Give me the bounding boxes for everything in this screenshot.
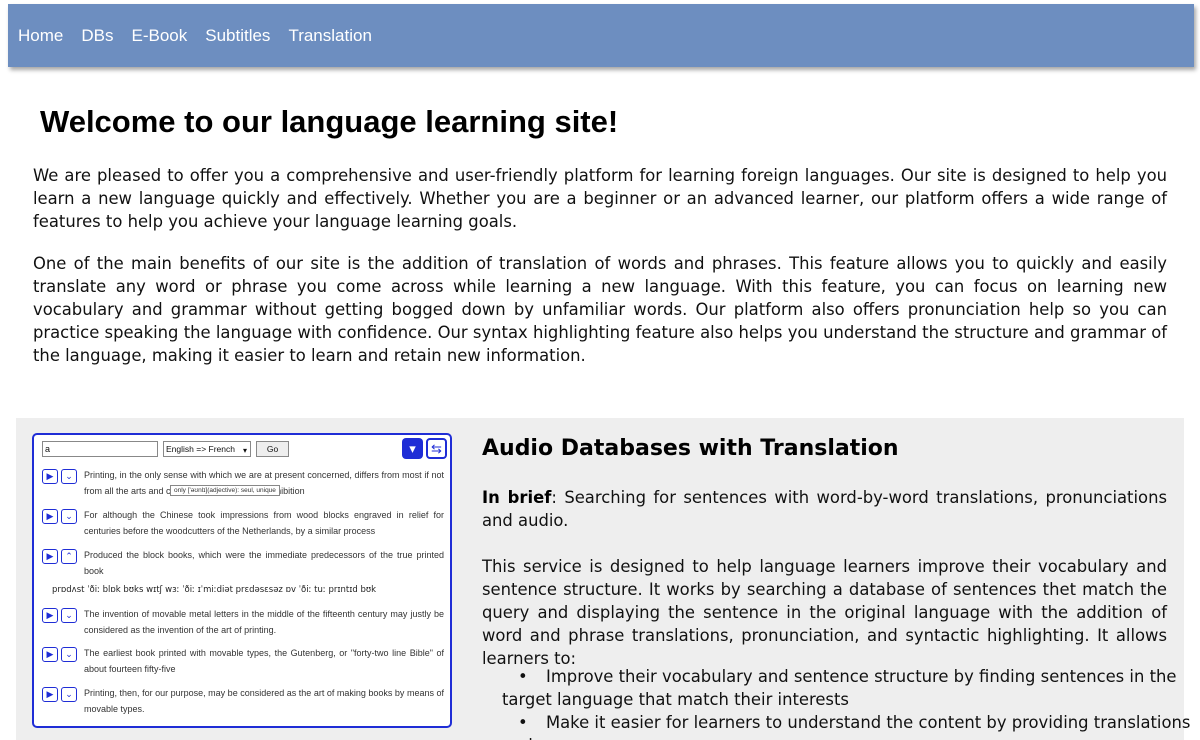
demo-go-button[interactable]: Go <box>256 441 289 457</box>
play-icon[interactable]: ▶ <box>42 469 58 485</box>
list-item: Improve their vocabulary and sentence st… <box>500 665 1200 711</box>
demo-language-select[interactable]: English => French ▾ <box>163 441 251 457</box>
nav-ebook-link[interactable]: E-Book <box>131 26 187 46</box>
demo-search-bar: a English => French ▾ Go <box>42 441 289 457</box>
demo-sentence-row: ▶ ⌃ Produced the block books, which were … <box>42 547 444 579</box>
chevron-down-icon[interactable]: ⌄ <box>61 687 77 703</box>
check-icon[interactable]: ▾ <box>402 438 423 459</box>
play-icon[interactable]: ▶ <box>42 549 58 565</box>
play-icon[interactable]: ▶ <box>42 647 58 663</box>
demo-pronunciation: prɒdʌst ˈðiː blɒk bʊks wɪtʃ wɜː ˈðiː ɪˈm… <box>52 585 377 595</box>
demo-sentence-row: ▶ ⌄ Printing, then, for our purpose, may … <box>42 685 444 717</box>
demo-sentence-text: For although the Chinese took impression… <box>84 510 444 536</box>
play-icon[interactable]: ▶ <box>42 608 58 624</box>
top-navbar: Home DBs E-Book Subtitles Translation <box>8 4 1194 67</box>
chevron-up-icon[interactable]: ⌃ <box>61 549 77 565</box>
demo-sentence-text: The earliest book printed with movable t… <box>84 648 444 674</box>
nav-translation-link[interactable]: Translation <box>288 26 371 46</box>
demo-screenshot-panel: a English => French ▾ Go ▾ ⇆ ▶ ⌄ Printing… <box>32 433 452 728</box>
feature-title: Audio Databases with Translation <box>482 436 899 461</box>
chevron-down-icon[interactable]: ⌄ <box>61 469 77 485</box>
demo-sentence-row: ▶ ⌄ The invention of movable metal letter… <box>42 606 444 638</box>
demo-sentence-row: ▶ ⌄ For although the Chinese took impress… <box>42 507 444 539</box>
demo-sentence-text: Printing, then, for our purpose, may be … <box>84 688 444 714</box>
feature-brief: In brief: Searching for sentences with w… <box>482 486 1167 532</box>
brief-label: In brief <box>482 488 552 507</box>
feature-section-audio-db: a English => French ▾ Go ▾ ⇆ ▶ ⌄ Printing… <box>16 418 1190 740</box>
chevron-down-icon[interactable]: ⌄ <box>61 647 77 663</box>
play-icon[interactable]: ▶ <box>42 687 58 703</box>
nav-home-link[interactable]: Home <box>18 26 63 46</box>
list-item: Make it easier for learners to understan… <box>500 711 1200 740</box>
feature-description: This service is designed to help languag… <box>482 557 1167 668</box>
swap-icon[interactable]: ⇆ <box>426 438 447 459</box>
feature-benefits-list: Improve their vocabulary and sentence st… <box>500 665 1200 740</box>
demo-language-value: English => French <box>166 444 235 454</box>
nav-subtitles-link[interactable]: Subtitles <box>205 26 270 46</box>
demo-sentence-text: Produced the block books, which were the… <box>84 550 444 576</box>
page-title: Welcome to our language learning site! <box>40 104 619 139</box>
chevron-down-icon[interactable]: ⌄ <box>61 608 77 624</box>
chevron-down-icon: ▾ <box>242 446 247 455</box>
list-item-text: Improve their vocabulary and sentence st… <box>502 667 1177 709</box>
chevron-down-icon[interactable]: ⌄ <box>61 509 77 525</box>
play-icon[interactable]: ▶ <box>42 509 58 525</box>
intro-paragraph-1: We are pleased to offer you a comprehens… <box>33 166 1167 231</box>
list-item-text: Make it easier for learners to understan… <box>502 713 1191 740</box>
brief-text: : Searching for sentences with word-by-w… <box>482 488 1167 530</box>
translation-tooltip: only ['əʊnlɪ](adjective): seul, unique <box>170 485 280 496</box>
demo-query-input[interactable]: a <box>42 441 158 457</box>
nav-dbs-link[interactable]: DBs <box>81 26 113 46</box>
demo-sentence-row: ▶ ⌄ The earliest book printed with movabl… <box>42 645 444 677</box>
demo-sentence-text: The invention of movable metal letters i… <box>84 609 444 635</box>
intro-paragraph-2: One of the main benefits of our site is … <box>33 254 1167 365</box>
